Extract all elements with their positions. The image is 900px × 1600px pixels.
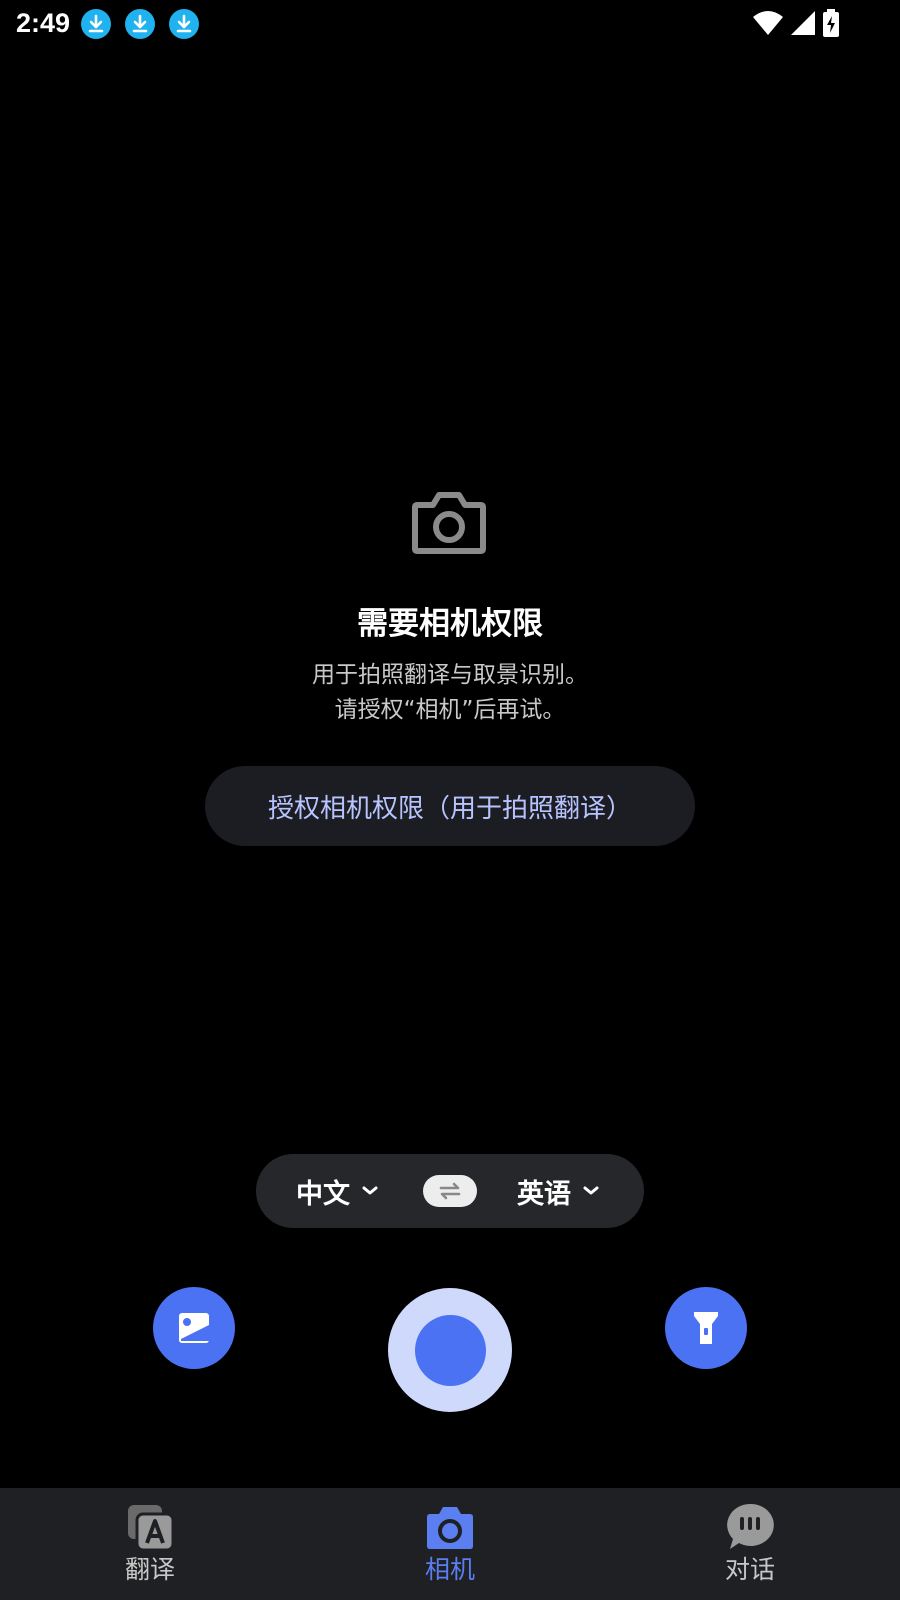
target-language-label: 英语 (517, 1178, 571, 1210)
flashlight-button[interactable] (665, 1287, 747, 1369)
download-icon (81, 9, 111, 39)
swap-languages-button[interactable] (423, 1175, 477, 1207)
download-icon (169, 9, 199, 39)
shutter-button[interactable] (388, 1288, 512, 1412)
status-bar: 2:49 (0, 0, 900, 48)
tab-label: 相机 (424, 1555, 475, 1584)
source-language-selector[interactable]: 中文 (296, 1154, 378, 1228)
swap-icon (439, 1182, 461, 1200)
tab-camera[interactable]: 相机 (300, 1488, 600, 1600)
source-language-label: 中文 (296, 1178, 350, 1210)
download-icon (125, 9, 155, 39)
chevron-down-icon (583, 1186, 599, 1195)
image-icon (179, 1313, 209, 1343)
translate-icon (128, 1505, 175, 1552)
permission-desc-line: 请授权“相机”后再试。 (334, 697, 566, 723)
flashlight-icon (694, 1312, 718, 1344)
tab-translate[interactable]: 翻译 (0, 1488, 300, 1600)
bottom-nav: 翻译 相机 对话 (0, 1488, 900, 1600)
gallery-button[interactable] (153, 1287, 235, 1369)
tab-label: 翻译 (124, 1555, 175, 1584)
battery-charging-icon (823, 9, 839, 37)
system-icons (752, 8, 840, 38)
wifi-icon (753, 11, 783, 35)
permission-title: 需要相机权限 (357, 606, 543, 642)
target-language-selector[interactable]: 英语 (517, 1154, 599, 1228)
permission-desc-line: 用于拍照翻译与取景识别。 (312, 662, 588, 688)
grant-camera-permission-button[interactable]: 授权相机权限（用于拍照翻译） (205, 766, 695, 846)
shutter-icon (414, 1314, 486, 1386)
camera-icon (427, 1507, 473, 1549)
tab-label: 对话 (724, 1555, 775, 1584)
chevron-down-icon (362, 1186, 378, 1195)
status-time: 2:49 (16, 8, 71, 38)
camera-icon (412, 492, 486, 554)
tab-chat[interactable]: 对话 (600, 1488, 900, 1600)
chat-icon (727, 1503, 774, 1549)
language-switcher: 中文 英语 (256, 1154, 644, 1228)
signal-icon (791, 11, 815, 35)
permission-description: 用于拍照翻译与取景识别。 请授权“相机”后再试。 (0, 658, 900, 728)
